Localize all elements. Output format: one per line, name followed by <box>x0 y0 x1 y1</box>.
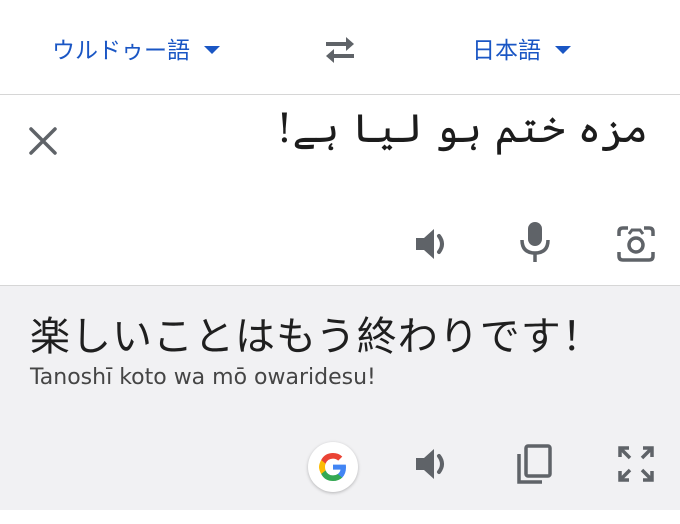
microphone-icon <box>520 222 550 262</box>
close-icon <box>29 127 57 155</box>
fullscreen-icon <box>618 446 654 482</box>
speaker-icon <box>416 229 444 259</box>
source-text[interactable]: مزہ ختم ہو لیا ہے! <box>276 106 648 152</box>
source-listen-button[interactable] <box>410 222 454 266</box>
swap-languages-button[interactable] <box>318 32 362 68</box>
microphone-button[interactable] <box>513 220 557 264</box>
source-dropdown-caret-icon <box>204 46 220 54</box>
bottom-edge <box>0 510 680 524</box>
swap-arrows-icon <box>326 37 354 63</box>
clear-button[interactable] <box>26 124 60 158</box>
target-language-label: 日本語 <box>472 38 541 64</box>
translation-listen-button[interactable] <box>410 442 454 486</box>
google-button[interactable] <box>308 442 358 492</box>
translation-romanization: Tanoshī koto wa mō owaridesu! <box>30 365 376 390</box>
fullscreen-button[interactable] <box>614 442 658 486</box>
camera-icon <box>617 226 655 262</box>
speaker-icon <box>416 449 444 479</box>
source-language-label: ウルドゥー語 <box>52 38 190 64</box>
copy-icon <box>517 444 552 484</box>
target-dropdown-caret-icon <box>555 46 571 54</box>
copy-button[interactable] <box>512 442 556 486</box>
camera-button[interactable] <box>614 222 658 266</box>
google-logo-icon <box>319 453 346 481</box>
language-bar: ウルドゥー語 日本語 <box>0 0 680 94</box>
translation-text: 楽しいことはもう終わりです！ <box>30 314 603 360</box>
target-language-selector[interactable]: 日本語 <box>472 30 571 66</box>
source-language-selector[interactable]: ウルドゥー語 <box>52 30 220 66</box>
